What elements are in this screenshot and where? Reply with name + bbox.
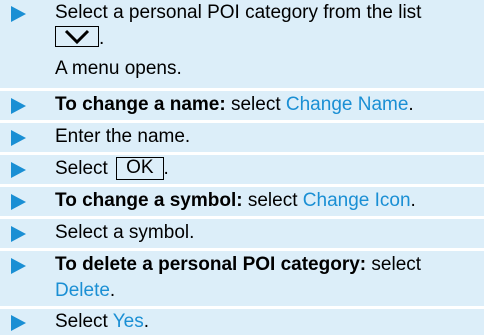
step-text-plain: select bbox=[366, 254, 422, 275]
instruction-page: Select a personal POI category from the … bbox=[0, 0, 484, 335]
step-text-end: . bbox=[163, 158, 169, 179]
step-select-ok: Select OK. bbox=[0, 155, 484, 184]
step-result-text: A menu opens. bbox=[55, 58, 182, 79]
step-text-plain: Select bbox=[55, 311, 113, 332]
menu-item-change-name: Change Name bbox=[285, 94, 409, 115]
step-text-end: . bbox=[109, 280, 116, 301]
step-delete-category: To delete a personal POI category: selec… bbox=[0, 251, 484, 306]
step-arrow-icon bbox=[11, 194, 26, 210]
step-text-end: . bbox=[99, 28, 105, 49]
step-text: To change a symbol: select Change Icon. bbox=[55, 188, 480, 214]
step-text-plain: Select bbox=[55, 158, 114, 179]
step-select-category: Select a personal POI category from the … bbox=[0, 0, 484, 88]
step-arrow-icon bbox=[11, 315, 26, 331]
step-bold-label: To change a symbol: bbox=[55, 190, 243, 211]
list-key bbox=[55, 26, 99, 47]
step-text-line: Select a personal POI category from the … bbox=[55, 2, 422, 23]
step-text: Delete. bbox=[55, 278, 480, 304]
menu-item-change-icon: Change Icon bbox=[302, 190, 411, 211]
step-select-symbol: Select a symbol. bbox=[0, 219, 484, 248]
step-text-end: . bbox=[408, 94, 414, 115]
step-text: To change a name: select Change Name. bbox=[55, 92, 480, 118]
step-text: . bbox=[55, 26, 480, 52]
step-text-end: . bbox=[143, 311, 150, 332]
step-arrow-icon bbox=[11, 98, 26, 114]
ok-key: OK bbox=[116, 157, 164, 180]
step-bold-label: To delete a personal POI category: bbox=[55, 254, 367, 275]
step-text-plain: Select a symbol. bbox=[55, 222, 195, 243]
step-enter-name: Enter the name. bbox=[0, 123, 484, 152]
chevron-down-icon bbox=[64, 29, 90, 45]
step-text: Select a symbol. bbox=[55, 220, 480, 246]
menu-item-yes: Yes bbox=[112, 311, 144, 332]
step-select-yes: Select Yes. bbox=[0, 309, 484, 335]
step-text: Select OK. bbox=[55, 156, 480, 182]
step-text-plain: select bbox=[225, 94, 286, 115]
step-bold-label: To change a name: bbox=[55, 94, 226, 115]
step-text: To delete a personal POI category: selec… bbox=[55, 252, 480, 278]
step-result: A menu opens. bbox=[55, 56, 480, 82]
step-arrow-icon bbox=[11, 130, 26, 146]
menu-item-delete: Delete bbox=[55, 280, 110, 301]
step-change-symbol: To change a symbol: select Change Icon. bbox=[0, 187, 484, 216]
step-text-plain: select bbox=[242, 190, 303, 211]
step-text-end: . bbox=[410, 190, 416, 211]
step-text-plain: Enter the name. bbox=[55, 126, 191, 147]
step-arrow-icon bbox=[11, 258, 26, 274]
step-text: Select Yes. bbox=[55, 309, 480, 335]
step-text: Select a personal POI category from the … bbox=[55, 0, 480, 26]
step-change-name: To change a name: select Change Name. bbox=[0, 91, 484, 120]
step-text: Enter the name. bbox=[55, 124, 480, 150]
step-arrow-icon bbox=[11, 162, 26, 178]
step-arrow-icon bbox=[11, 6, 26, 22]
step-arrow-icon bbox=[11, 226, 26, 242]
